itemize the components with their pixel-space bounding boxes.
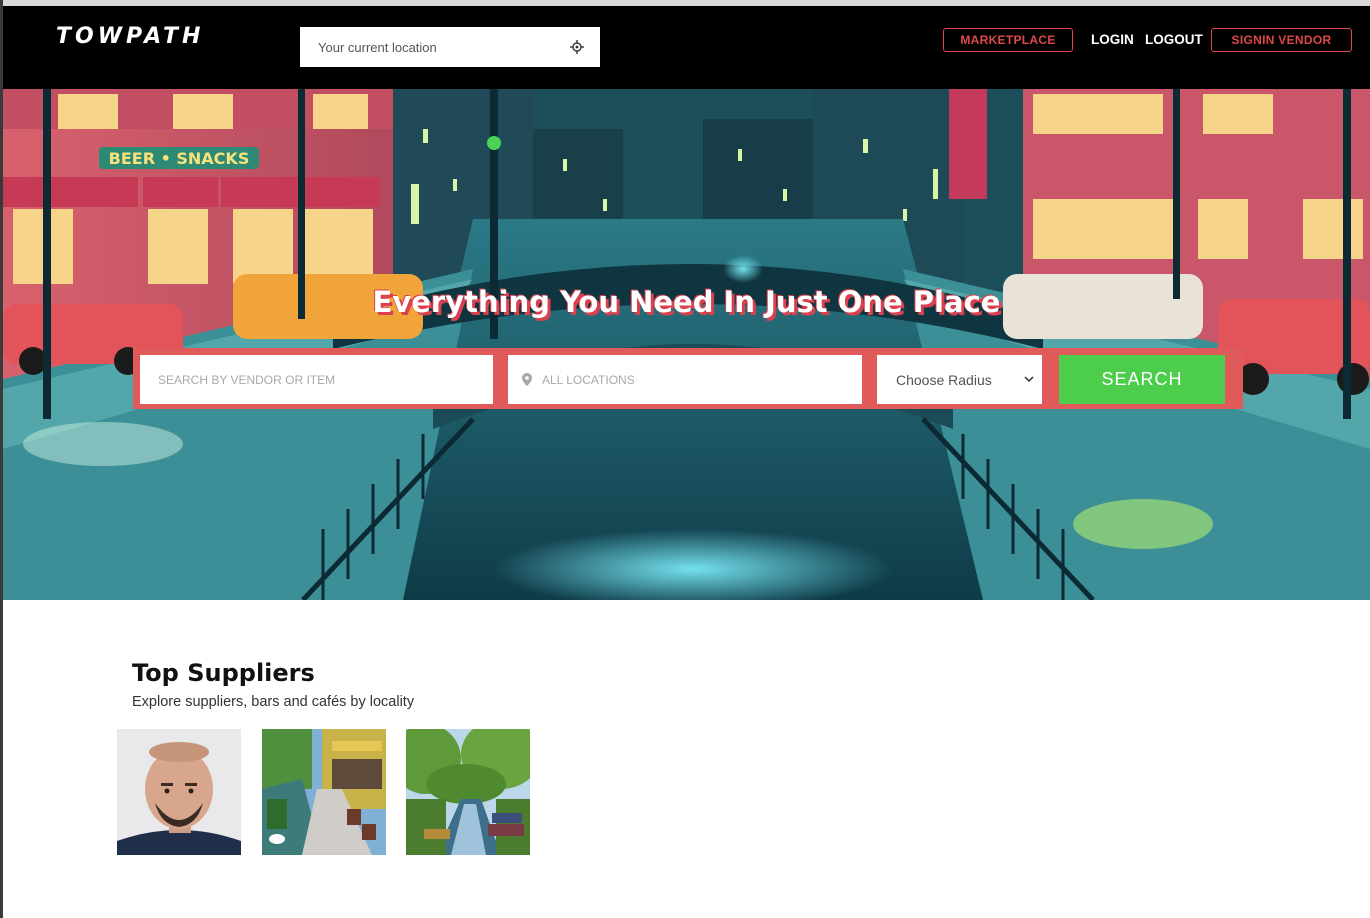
- chevron-down-icon: [1024, 376, 1034, 383]
- hero-banner: BEER • SNACKS Everything You Need In Jus…: [3, 89, 1370, 600]
- signin-vendor-button[interactable]: SIGNIN VENDOR: [1211, 28, 1352, 52]
- current-location-input[interactable]: [316, 38, 560, 56]
- navbar: TOWPATH MARKETPLACE LOGIN LOGOUT SIGNIN …: [3, 6, 1370, 89]
- top-suppliers-subtitle: Explore suppliers, bars and cafés by loc…: [132, 694, 415, 710]
- city-canal-illustration: BEER • SNACKS: [3, 89, 1370, 600]
- canal-street-cafe-photo: [262, 729, 386, 855]
- site-logo[interactable]: TOWPATH: [56, 24, 204, 49]
- vendor-search-field[interactable]: [140, 355, 493, 404]
- map-pin-icon: [522, 373, 532, 386]
- top-suppliers-heading: Top Suppliers: [132, 659, 315, 687]
- beer-snacks-sign: BEER • SNACKS: [109, 149, 250, 168]
- search-button[interactable]: SEARCH: [1059, 355, 1225, 404]
- location-search-field[interactable]: [508, 355, 862, 404]
- supplier-card-boats[interactable]: [406, 729, 530, 855]
- login-link[interactable]: LOGIN: [1091, 32, 1134, 47]
- supplier-card-cafe[interactable]: [262, 729, 386, 855]
- canal-boats-photo: [406, 729, 530, 855]
- radius-select[interactable]: Choose Radius: [877, 355, 1042, 404]
- search-bar: Choose Radius SEARCH: [133, 348, 1243, 409]
- marketplace-button[interactable]: MARKETPLACE: [943, 28, 1073, 52]
- supplier-card-portrait[interactable]: [117, 729, 241, 855]
- crosshair-icon[interactable]: [570, 40, 584, 54]
- hero-headline: Everything You Need In Just One Place: [372, 285, 1001, 319]
- radius-select-value: Choose Radius: [896, 371, 992, 388]
- portrait-photo: [117, 729, 241, 855]
- logout-link[interactable]: LOGOUT: [1145, 32, 1203, 47]
- vendor-search-input[interactable]: [156, 371, 493, 388]
- location-search-input[interactable]: [540, 371, 862, 388]
- current-location-field[interactable]: [300, 27, 600, 67]
